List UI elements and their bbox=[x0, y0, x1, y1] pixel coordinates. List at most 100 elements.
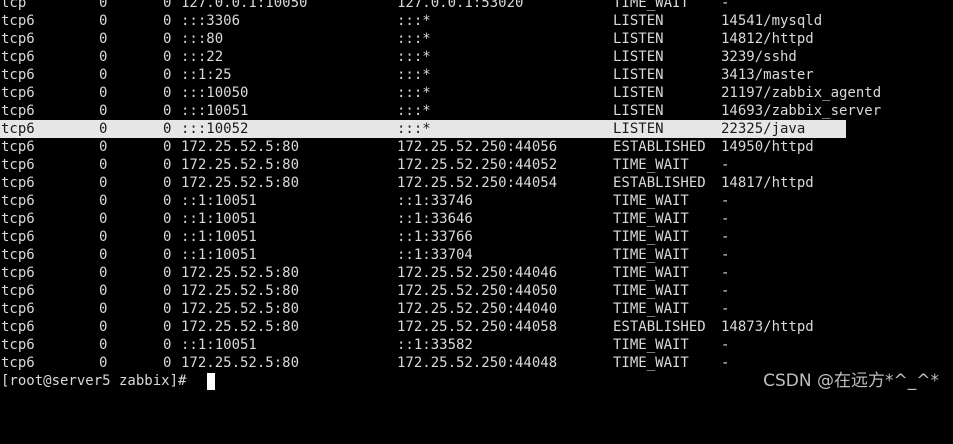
state-cell: LISTEN bbox=[613, 49, 664, 65]
pid-program-cell: 14693/zabbix_server bbox=[721, 103, 882, 119]
foreign-address-cell: 127.0.0.1:53020 bbox=[397, 0, 524, 11]
send-q-cell: 0 bbox=[163, 121, 172, 137]
local-address-cell: ::1:25 bbox=[181, 67, 232, 83]
netstat-table: tcp 0 0 127.0.0.1:10050 127.0.0.1:53020 TIME_… bbox=[0, 0, 953, 372]
recv-q-cell: 0 bbox=[99, 31, 108, 47]
proto-cell: tcp6 bbox=[1, 103, 35, 119]
state-cell: TIME_WAIT bbox=[613, 211, 689, 227]
foreign-address-cell: :::* bbox=[397, 49, 431, 65]
pid-program-cell: - bbox=[721, 157, 730, 173]
send-q-cell: 0 bbox=[163, 229, 172, 245]
send-q-cell: 0 bbox=[163, 103, 172, 119]
table-row: tcp6 0 0::1:25:::* LISTEN 3413/master bbox=[0, 66, 953, 84]
terminal-output[interactable]: tcp 0 0 127.0.0.1:10050 127.0.0.1:53020 TIME_… bbox=[0, 0, 953, 404]
recv-q-cell: 0 bbox=[99, 121, 108, 137]
watermark: CSDN @在远方*^_^* bbox=[763, 371, 939, 391]
state-cell: TIME_WAIT bbox=[613, 193, 689, 209]
local-address-cell: ::1:10051 bbox=[181, 247, 257, 263]
state-cell: LISTEN bbox=[613, 121, 664, 137]
foreign-address-cell: ::1:33704 bbox=[397, 247, 473, 263]
recv-q-cell: 0 bbox=[99, 355, 108, 371]
foreign-address-cell: 172.25.52.250:44050 bbox=[397, 283, 558, 299]
pid-program-cell: 14541/mysqld bbox=[721, 13, 823, 29]
pid-program-cell: - bbox=[721, 355, 730, 371]
state-cell: TIME_WAIT bbox=[613, 283, 689, 299]
recv-q-cell: 0 bbox=[99, 175, 108, 191]
foreign-address-cell: 172.25.52.250:44040 bbox=[397, 301, 558, 317]
send-q-cell: 0 bbox=[163, 337, 172, 353]
foreign-address-cell: ::1:33582 bbox=[397, 337, 473, 353]
state-cell: LISTEN bbox=[613, 85, 664, 101]
table-row: tcp6 0 0:::22:::* LISTEN 3239/sshd bbox=[0, 48, 953, 66]
local-address-cell: ::1:10051 bbox=[181, 193, 257, 209]
local-address-cell: 172.25.52.5:80 bbox=[181, 301, 300, 317]
recv-q-cell: 0 bbox=[99, 67, 108, 83]
table-row: tcp6 0 0:::10050:::* LISTEN 21197/zabbix_age… bbox=[0, 84, 953, 102]
state-cell: TIME_WAIT bbox=[613, 0, 689, 11]
proto-cell: tcp6 bbox=[1, 355, 35, 371]
pid-program-cell: - bbox=[721, 247, 730, 263]
state-cell: TIME_WAIT bbox=[613, 229, 689, 245]
recv-q-cell: 0 bbox=[99, 85, 108, 101]
recv-q-cell: 0 bbox=[99, 337, 108, 353]
local-address-cell: :::3306 bbox=[181, 13, 241, 29]
recv-q-cell: 0 bbox=[99, 301, 108, 317]
state-cell: TIME_WAIT bbox=[613, 355, 689, 371]
send-q-cell: 0 bbox=[163, 85, 172, 101]
pid-program-cell: 3413/master bbox=[721, 67, 814, 83]
pid-program-cell: 22325/java bbox=[721, 121, 806, 137]
foreign-address-cell: :::* bbox=[397, 103, 431, 119]
recv-q-cell: 0 bbox=[99, 265, 108, 281]
proto-cell: tcp6 bbox=[1, 121, 35, 137]
local-address-cell: :::10051 bbox=[181, 103, 249, 119]
foreign-address-cell: :::* bbox=[397, 31, 431, 47]
local-address-cell: 172.25.52.5:80 bbox=[181, 355, 300, 371]
recv-q-cell: 0 bbox=[99, 211, 108, 227]
pid-program-cell: 21197/zabbix_agentd bbox=[721, 85, 882, 101]
pid-program-cell: - bbox=[721, 337, 730, 353]
state-cell: TIME_WAIT bbox=[613, 247, 689, 263]
recv-q-cell: 0 bbox=[99, 0, 108, 11]
local-address-cell: 172.25.52.5:80 bbox=[181, 139, 300, 155]
local-address-cell: 127.0.0.1:10050 bbox=[181, 0, 308, 11]
foreign-address-cell: 172.25.52.250:44052 bbox=[397, 157, 558, 173]
foreign-address-cell: 172.25.52.250:44046 bbox=[397, 265, 558, 281]
proto-cell: tcp6 bbox=[1, 175, 35, 191]
local-address-cell: ::1:10051 bbox=[181, 229, 257, 245]
proto-cell: tcp6 bbox=[1, 67, 35, 83]
local-address-cell: :::10050 bbox=[181, 85, 249, 101]
recv-q-cell: 0 bbox=[99, 139, 108, 155]
send-q-cell: 0 bbox=[163, 265, 172, 281]
foreign-address-cell: :::* bbox=[397, 13, 431, 29]
foreign-address-cell: ::1:33766 bbox=[397, 229, 473, 245]
state-cell: LISTEN bbox=[613, 31, 664, 47]
foreign-address-cell: 172.25.52.250:44054 bbox=[397, 175, 558, 191]
send-q-cell: 0 bbox=[163, 13, 172, 29]
send-q-cell: 0 bbox=[163, 355, 172, 371]
table-row: tcp6 0 0::1:10051::1:33704 TIME_WAIT - bbox=[0, 246, 953, 264]
table-row: tcp6 0 0::1:10051::1:33582 TIME_WAIT - bbox=[0, 336, 953, 354]
table-row: tcp6 0 0 172.25.52.5:80 172.25.52.250:44052 T… bbox=[0, 156, 953, 174]
local-address-cell: ::1:10051 bbox=[181, 337, 257, 353]
proto-cell: tcp6 bbox=[1, 31, 35, 47]
recv-q-cell: 0 bbox=[99, 49, 108, 65]
table-row: tcp6 0 0:::80:::* LISTEN 14812/httpd bbox=[0, 30, 953, 48]
send-q-cell: 0 bbox=[163, 49, 172, 65]
recv-q-cell: 0 bbox=[99, 13, 108, 29]
table-row: tcp6 0 0 172.25.52.5:80 172.25.52.250:44054 E… bbox=[0, 174, 953, 192]
send-q-cell: 0 bbox=[163, 211, 172, 227]
foreign-address-cell: ::1:33646 bbox=[397, 211, 473, 227]
pid-program-cell: 14817/httpd bbox=[721, 175, 814, 191]
local-address-cell: :::22 bbox=[181, 49, 224, 65]
table-row: tcp6 0 0::1:10051::1:33766 TIME_WAIT - bbox=[0, 228, 953, 246]
proto-cell: tcp bbox=[1, 0, 27, 11]
pid-program-cell: 3239/sshd bbox=[721, 49, 797, 65]
state-cell: LISTEN bbox=[613, 103, 664, 119]
send-q-cell: 0 bbox=[163, 157, 172, 173]
table-row: tcp6 0 0 172.25.52.5:80 172.25.52.250:44046 T… bbox=[0, 264, 953, 282]
pid-program-cell: - bbox=[721, 301, 730, 317]
pid-program-cell: 14873/httpd bbox=[721, 319, 814, 335]
state-cell: ESTABLISHED bbox=[613, 319, 706, 335]
state-cell: TIME_WAIT bbox=[613, 265, 689, 281]
pid-program-cell: 14950/httpd bbox=[721, 139, 814, 155]
